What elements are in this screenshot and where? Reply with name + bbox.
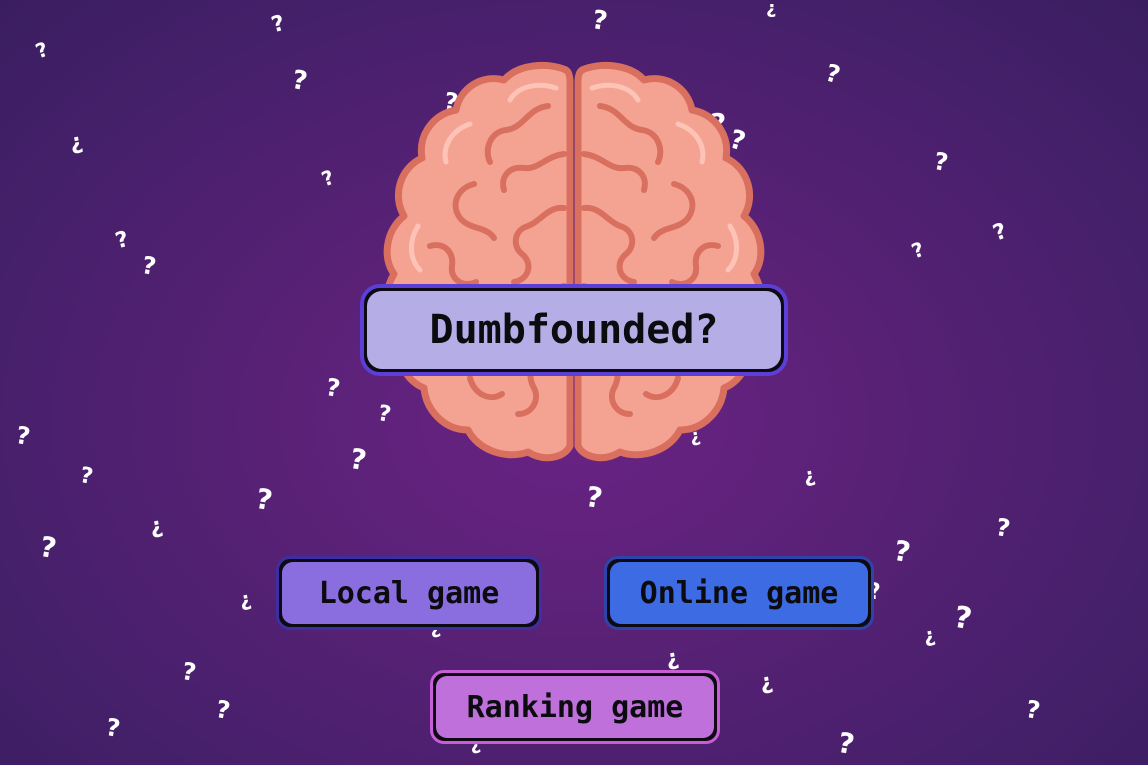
question-mark-icon: ? xyxy=(318,164,338,192)
title-banner: Dumbfounded? xyxy=(360,284,788,376)
question-mark-icon: ? xyxy=(664,646,681,673)
question-mark-icon: ? xyxy=(78,463,95,490)
question-mark-icon: ? xyxy=(253,481,276,518)
question-mark-icon: ? xyxy=(835,725,858,762)
question-mark-icon: ? xyxy=(139,251,159,281)
local-game-button[interactable]: Local game xyxy=(276,556,542,630)
question-mark-icon: ? xyxy=(989,218,1011,247)
question-mark-icon: ? xyxy=(891,533,914,570)
question-mark-icon: ? xyxy=(68,130,85,157)
question-mark-icon: ? xyxy=(766,0,777,20)
question-mark-icon: ? xyxy=(103,713,123,743)
ranking-game-button[interactable]: Ranking game xyxy=(430,670,720,744)
question-mark-icon: ? xyxy=(37,529,60,566)
question-mark-icon: ? xyxy=(922,625,938,651)
question-mark-icon: ? xyxy=(112,226,132,255)
ranking-game-label: Ranking game xyxy=(436,676,714,738)
question-mark-icon: ? xyxy=(931,147,951,177)
question-mark-icon: ? xyxy=(289,64,310,98)
question-mark-icon: ? xyxy=(323,373,343,403)
question-mark-icon: ? xyxy=(583,479,606,516)
question-mark-icon: ? xyxy=(213,695,233,725)
question-mark-icon: ? xyxy=(268,10,288,39)
question-mark-icon: ? xyxy=(802,465,818,491)
brain-icon: .lobe { fill: #f4a393; stroke: #d9705f; … xyxy=(383,61,765,462)
question-mark-icon: ? xyxy=(822,58,844,90)
question-mark-icon: ? xyxy=(179,657,199,687)
question-mark-icon: ? xyxy=(238,589,254,615)
question-mark-icon: ? xyxy=(758,670,775,697)
question-mark-icon: ? xyxy=(589,4,610,38)
online-game-button[interactable]: Online game xyxy=(604,556,874,630)
question-mark-icon: ? xyxy=(993,513,1013,543)
question-mark-icon: ? xyxy=(1023,695,1043,725)
question-mark-icon: ? xyxy=(908,236,928,264)
question-mark-icon: ? xyxy=(951,599,975,638)
local-game-label: Local game xyxy=(282,562,536,624)
game-title: Dumbfounded? xyxy=(367,291,781,369)
question-mark-icon: ? xyxy=(13,421,33,451)
question-mark-icon: ? xyxy=(148,514,165,541)
online-game-label: Online game xyxy=(610,562,868,624)
question-mark-icon: ? xyxy=(347,441,370,478)
question-mark-icon: ? xyxy=(32,36,52,64)
